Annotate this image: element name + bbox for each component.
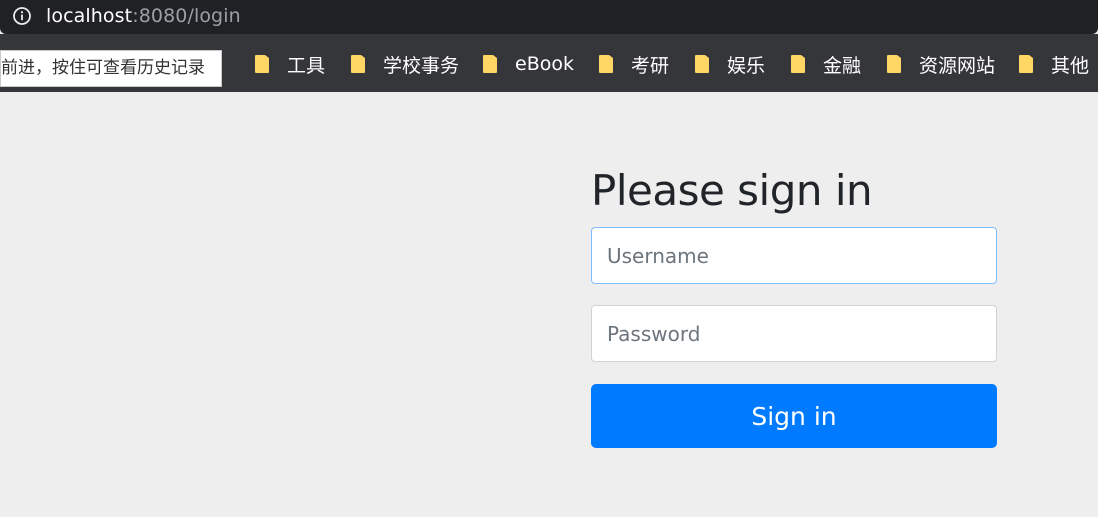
bookmark-label: 资源网站 <box>919 54 996 77</box>
bookmark-folder-other[interactable]: 其他 <box>1018 53 1090 77</box>
folder-icon <box>790 54 806 74</box>
password-input[interactable] <box>591 305 997 362</box>
folder-icon <box>350 54 366 74</box>
bookmark-label: 学校事务 <box>383 54 460 77</box>
url-text[interactable]: localhost:8080/login <box>46 5 241 28</box>
bookmark-folder-kaoyan[interactable]: 考研 <box>598 53 670 77</box>
bookmark-label: 娱乐 <box>727 54 766 77</box>
info-icon[interactable] <box>12 6 32 26</box>
bookmark-label: 工具 <box>287 54 326 77</box>
url-path: :8080/login <box>132 4 241 27</box>
folder-icon <box>1018 54 1034 74</box>
forward-tooltip: 前进，按住可查看历史记录 <box>0 50 222 87</box>
bookmark-label: 考研 <box>631 54 670 77</box>
bookmark-label: 其他 <box>1051 54 1090 77</box>
url-host: localhost <box>46 4 133 27</box>
sign-in-button[interactable]: Sign in <box>591 384 997 448</box>
bookmark-folder-tools[interactable]: 工具 <box>254 53 326 77</box>
folder-icon <box>598 54 614 74</box>
folder-icon <box>694 54 710 74</box>
omnibox[interactable]: localhost:8080/login <box>12 4 241 28</box>
page-title: Please sign in <box>591 166 873 215</box>
bookmark-folder-resources[interactable]: 资源网站 <box>886 53 996 77</box>
folder-icon <box>254 54 270 74</box>
bookmark-label: 金融 <box>823 54 862 77</box>
username-input[interactable] <box>591 227 997 284</box>
bookmark-folder-entertainment[interactable]: 娱乐 <box>694 53 766 77</box>
folder-icon <box>886 54 902 74</box>
bookmark-folder-school[interactable]: 学校事务 <box>350 53 460 77</box>
bookmark-label: eBook <box>515 53 574 75</box>
bookmark-folder-finance[interactable]: 金融 <box>790 53 862 77</box>
bookmark-folder-ebook[interactable]: eBook <box>482 53 574 75</box>
address-bar[interactable]: localhost:8080/login <box>0 0 1098 34</box>
folder-icon <box>482 54 498 74</box>
